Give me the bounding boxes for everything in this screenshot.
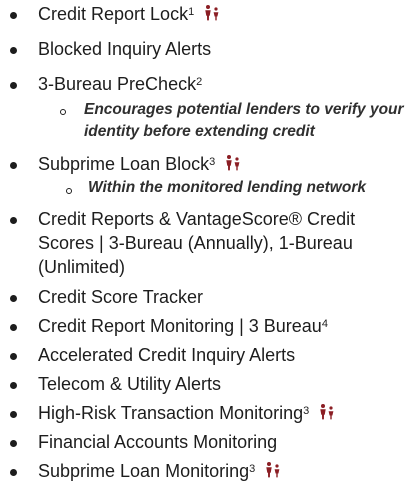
sub-label-line-1: Encourages potential lenders to verify y… xyxy=(84,101,404,118)
bullet-icon xyxy=(10,353,17,360)
feature-label: Subprime Loan Monitoring3 xyxy=(38,459,282,483)
family-icon xyxy=(226,155,240,171)
bullet-icon xyxy=(10,295,17,302)
bullet-icon xyxy=(10,469,17,476)
feature-label: Credit Report Lock1 xyxy=(38,2,221,26)
sub-bullet-icon xyxy=(66,188,72,194)
list-item: 3-Bureau PreCheck2 xyxy=(0,70,419,100)
sub-label-line-2: identity before extending credit xyxy=(84,123,315,140)
feature-label-text: 3-Bureau PreCheck xyxy=(38,74,197,94)
list-item: High-Risk Transaction Monitoring3 xyxy=(0,399,419,429)
bullet-icon xyxy=(10,12,17,19)
bullet-icon xyxy=(10,217,17,224)
list-item: Credit Report Lock1 xyxy=(0,0,419,30)
footnote-marker: 3 xyxy=(209,156,216,169)
feature-label: Subprime Loan Block3 xyxy=(38,152,242,176)
list-item: Credit Reports & VantageScore® Credit Sc… xyxy=(0,205,419,283)
feature-label-text: High-Risk Transaction Monitoring xyxy=(38,403,304,423)
list-item: Financial Accounts Monitoring xyxy=(0,428,419,458)
footnote-marker: 3 xyxy=(303,405,310,418)
family-icon xyxy=(320,404,334,420)
feature-label: Financial Accounts Monitoring xyxy=(38,432,278,452)
bullet-icon xyxy=(10,82,17,89)
family-icon xyxy=(205,5,219,21)
feature-label-text: Subprime Loan Block xyxy=(38,154,210,174)
list-item: Accelerated Credit Inquiry Alerts xyxy=(0,341,419,371)
feature-label-text: Credit Report Lock xyxy=(38,4,189,24)
bullet-icon xyxy=(10,47,17,54)
footnote-marker: 4 xyxy=(321,318,328,331)
list-item: Blocked Inquiry Alerts xyxy=(0,35,419,65)
bullet-icon xyxy=(10,440,17,447)
footnote-marker: 1 xyxy=(188,6,195,19)
feature-label: Telecom & Utility Alerts xyxy=(38,374,222,394)
sub-label: Within the monitored lending network xyxy=(88,179,366,196)
footnote-marker: 3 xyxy=(249,463,256,476)
sub-list-item: Encourages potential lenders to verify y… xyxy=(0,100,419,148)
list-item: Subprime Loan Block3 xyxy=(0,150,419,180)
sub-bullet-icon xyxy=(60,109,66,115)
feature-label: High-Risk Transaction Monitoring3 xyxy=(38,401,336,425)
family-icon xyxy=(266,462,280,478)
bullet-icon xyxy=(10,162,17,169)
footnote-marker: 2 xyxy=(196,76,203,89)
feature-label-text: Credit Report Monitoring | 3 Bureau xyxy=(38,316,322,336)
sub-list-item: Within the monitored lending network xyxy=(0,178,419,202)
feature-label: Accelerated Credit Inquiry Alerts xyxy=(38,345,296,365)
list-item: Credit Score Tracker xyxy=(0,283,419,313)
list-item: Telecom & Utility Alerts xyxy=(0,370,419,400)
bullet-icon xyxy=(10,324,17,331)
feature-label: Credit Report Monitoring | 3 Bureau4 xyxy=(38,314,328,338)
feature-label: Credit Score Tracker xyxy=(38,287,204,307)
feature-label-line-1: Credit Reports & VantageScore® Credit xyxy=(38,209,356,229)
feature-label-text: Subprime Loan Monitoring xyxy=(38,461,250,481)
bullet-icon xyxy=(10,411,17,418)
list-item: Subprime Loan Monitoring3 xyxy=(0,457,419,487)
feature-label-line-2: Scores | 3-Bureau (Annually), 1-Bureau xyxy=(38,233,353,253)
feature-label: 3-Bureau PreCheck2 xyxy=(38,72,202,96)
bullet-icon xyxy=(10,382,17,389)
feature-label-line-3: (Unlimited) xyxy=(38,257,126,277)
list-item: Credit Report Monitoring | 3 Bureau4 xyxy=(0,312,419,342)
feature-label: Blocked Inquiry Alerts xyxy=(38,39,212,59)
